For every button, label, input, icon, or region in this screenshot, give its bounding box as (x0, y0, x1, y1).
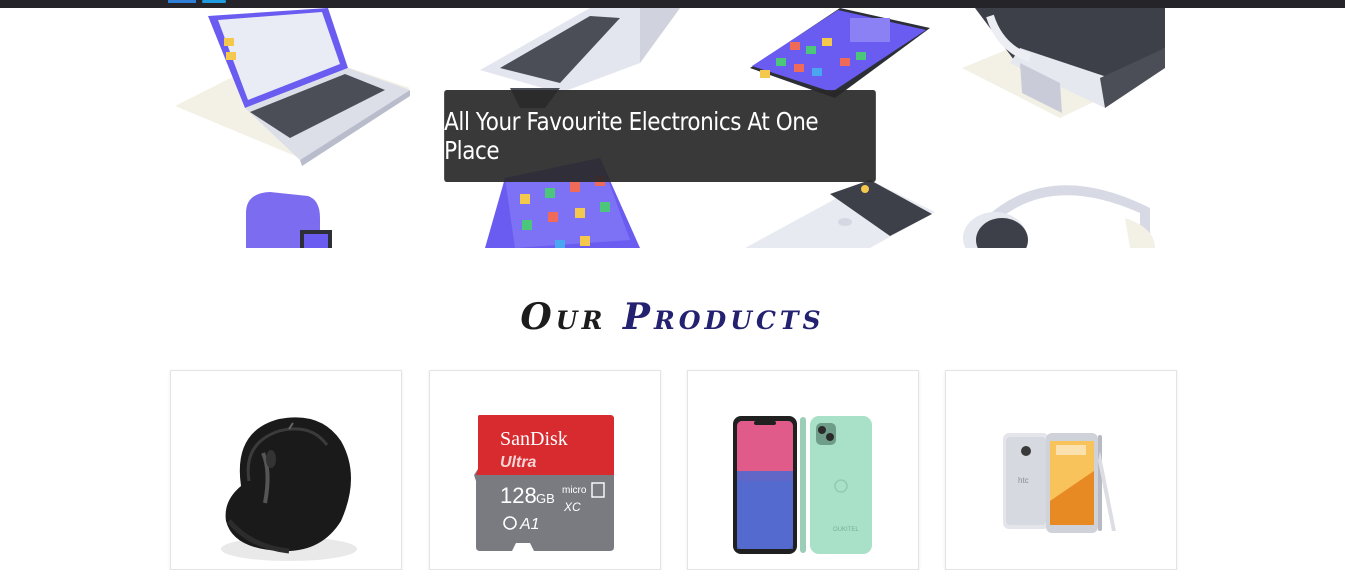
products-section-title: Our Products (0, 296, 1345, 352)
smartwatch-icon (246, 192, 332, 248)
sd-line-text: Ultra (500, 454, 537, 471)
htc-brand-text: htc (1018, 476, 1029, 485)
title-word-products: Products (622, 296, 825, 338)
headphones-icon (963, 185, 1155, 248)
smartphone-pair-image[interactable]: OUKITEL (688, 371, 919, 570)
smartphone-icon (745, 180, 935, 248)
sd-class-text: A1 (519, 516, 540, 533)
top-navbar (0, 0, 1345, 8)
product-card[interactable]: SanDisk Ultra 128 GB micro XC A1 (429, 370, 661, 570)
product-card[interactable] (170, 370, 402, 570)
smartphone-icon (750, 8, 930, 98)
product-card[interactable]: htc (945, 370, 1177, 570)
svg-text:XC: XC (563, 500, 581, 514)
hero-caption: All Your Favourite Electronics At One Pl… (444, 90, 876, 182)
svg-text:micro: micro (562, 485, 587, 496)
svg-text:OUKITEL: OUKITEL (833, 527, 859, 533)
htc-phone-image[interactable]: htc (946, 371, 1177, 570)
product-card[interactable]: OUKITEL (687, 370, 919, 570)
sd-card-image[interactable]: SanDisk Ultra 128 GB micro XC A1 (430, 371, 661, 570)
vr-headset-icon (962, 8, 1165, 118)
hero-banner: All Your Favourite Electronics At One Pl… (0, 8, 1345, 248)
sd-brand-text: SanDisk (500, 428, 568, 450)
brand-logo-icon[interactable] (168, 0, 228, 3)
sd-unit-text: GB (536, 491, 555, 506)
laptop-icon (175, 8, 410, 166)
wireless-mouse-image[interactable] (171, 371, 402, 570)
sd-capacity-text: 128 (500, 483, 537, 508)
title-word-our: Our (520, 296, 607, 338)
product-grid: SanDisk Ultra 128 GB micro XC A1 OUKITEL (170, 370, 1180, 570)
